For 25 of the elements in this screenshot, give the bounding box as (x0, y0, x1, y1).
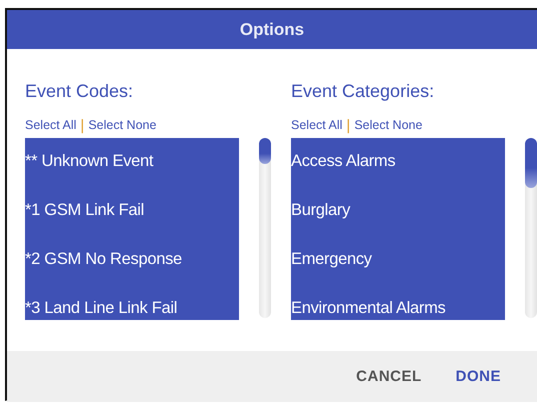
select-all-link[interactable]: Select All (25, 118, 76, 132)
list-item[interactable]: Emergency (291, 236, 505, 285)
panel-heading: Event Categories: (291, 80, 436, 102)
list-item[interactable]: *1 GSM Link Fail (25, 187, 239, 236)
list-item[interactable]: *2 GSM No Response (25, 236, 239, 285)
done-button[interactable]: DONE (442, 360, 515, 393)
event-list[interactable]: ** Unknown Event *1 GSM Link Fail *2 GSM No Response *3 Land Line Link Fail (25, 138, 239, 320)
scrollbar-thumb[interactable] (259, 138, 271, 164)
link-separator: | (346, 116, 350, 134)
panel-heading: Event Codes: (25, 80, 134, 102)
list-item[interactable]: ** Unknown Event (25, 138, 239, 187)
select-none-link[interactable]: Select None (354, 118, 422, 132)
select-all-link[interactable]: Select All (291, 118, 342, 132)
list-item[interactable]: Burglary (291, 187, 505, 236)
scrollbar[interactable] (259, 138, 271, 318)
scrollbar-thumb[interactable] (525, 138, 537, 188)
scrollbar[interactable] (525, 138, 537, 318)
list-item[interactable]: *3 Land Line Link Fail (25, 285, 239, 320)
list-item[interactable]: Access Alarms (291, 138, 505, 187)
list-item[interactable]: Environmental Alarms (291, 285, 505, 320)
link-separator: | (80, 116, 84, 134)
dialog-title: Options (7, 10, 537, 49)
event-list[interactable]: Access Alarms Burglary Emergency Environmental Alarms (291, 138, 505, 320)
cancel-button[interactable]: CANCEL (342, 360, 436, 393)
select-none-link[interactable]: Select None (88, 118, 156, 132)
